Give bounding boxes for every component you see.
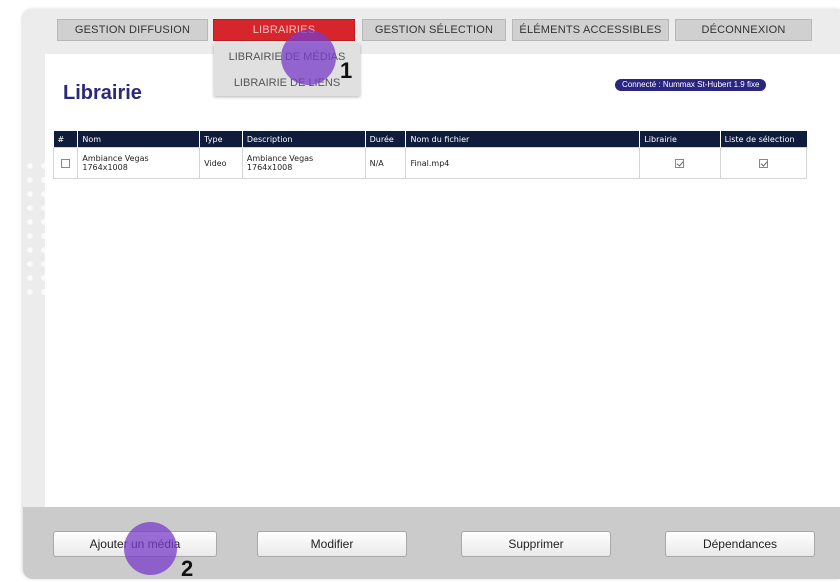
table-header-row: # Nom Type Description Durée Nom du fich…	[53, 131, 807, 148]
tab-elements-accessibles[interactable]: ÉLÉMENTS ACCESSIBLES	[512, 19, 669, 41]
cell-description: Ambiance Vegas 1764x1008	[241, 147, 366, 179]
annotation-marker-1	[281, 30, 336, 85]
cell-description-line1: Ambiance Vegas	[246, 154, 314, 163]
media-table: # Nom Type Description Durée Nom du fich…	[52, 131, 808, 179]
librairie-checkbox[interactable]	[675, 158, 685, 168]
column-header-number: #	[53, 131, 79, 148]
column-header-duree[interactable]: Durée	[365, 131, 407, 148]
column-header-librairie[interactable]: Librairie	[639, 131, 721, 148]
page-title: Librairie	[63, 82, 142, 104]
cell-librairie	[639, 147, 721, 179]
column-header-nom-fichier[interactable]: Nom du fichier	[405, 131, 641, 148]
liste-selection-checkbox[interactable]	[758, 158, 768, 168]
cell-nom: Ambiance Vegas 1764x1008	[77, 147, 201, 179]
cell-description-line2: 1764x1008	[246, 163, 293, 172]
annotation-marker-2	[124, 522, 177, 575]
cell-nom-line2: 1764x1008	[82, 163, 128, 172]
tab-librairies[interactable]: LIBRAIRIES	[213, 19, 355, 41]
annotation-number-1: 1	[340, 58, 353, 83]
app-window	[23, 9, 840, 579]
column-header-liste-selection[interactable]: Liste de sélection	[720, 131, 807, 148]
cell-liste-selection	[719, 147, 808, 179]
row-select-cell	[52, 147, 79, 179]
column-header-type[interactable]: Type	[199, 131, 243, 148]
delete-button[interactable]: Supprimer	[461, 531, 611, 557]
cell-type: Video	[199, 147, 243, 179]
column-header-description[interactable]: Description	[242, 131, 366, 148]
tab-deconnexion[interactable]: DÉCONNEXION	[675, 19, 812, 41]
row-select-checkbox[interactable]	[61, 158, 71, 168]
tab-gestion-diffusion[interactable]: GESTION DIFFUSION	[57, 19, 208, 41]
annotation-number-2: 2	[181, 556, 194, 581]
cell-duree: N/A	[364, 147, 407, 179]
cell-nom-line1: Ambiance Vegas	[82, 154, 149, 163]
tab-gestion-selection[interactable]: GESTION SÉLECTION	[362, 19, 506, 41]
cell-nom-fichier: Final.mp4	[405, 147, 641, 179]
dependencies-button[interactable]: Dépendances	[665, 531, 815, 557]
connection-badge: Connecté : Nummax St-Hubert 1.9 fixe	[615, 79, 767, 91]
content-panel	[45, 54, 840, 507]
table-row[interactable]: Ambiance Vegas 1764x1008 Video Ambiance …	[52, 147, 808, 179]
column-header-nom[interactable]: Nom	[77, 131, 201, 148]
modify-button[interactable]: Modifier	[257, 531, 407, 557]
